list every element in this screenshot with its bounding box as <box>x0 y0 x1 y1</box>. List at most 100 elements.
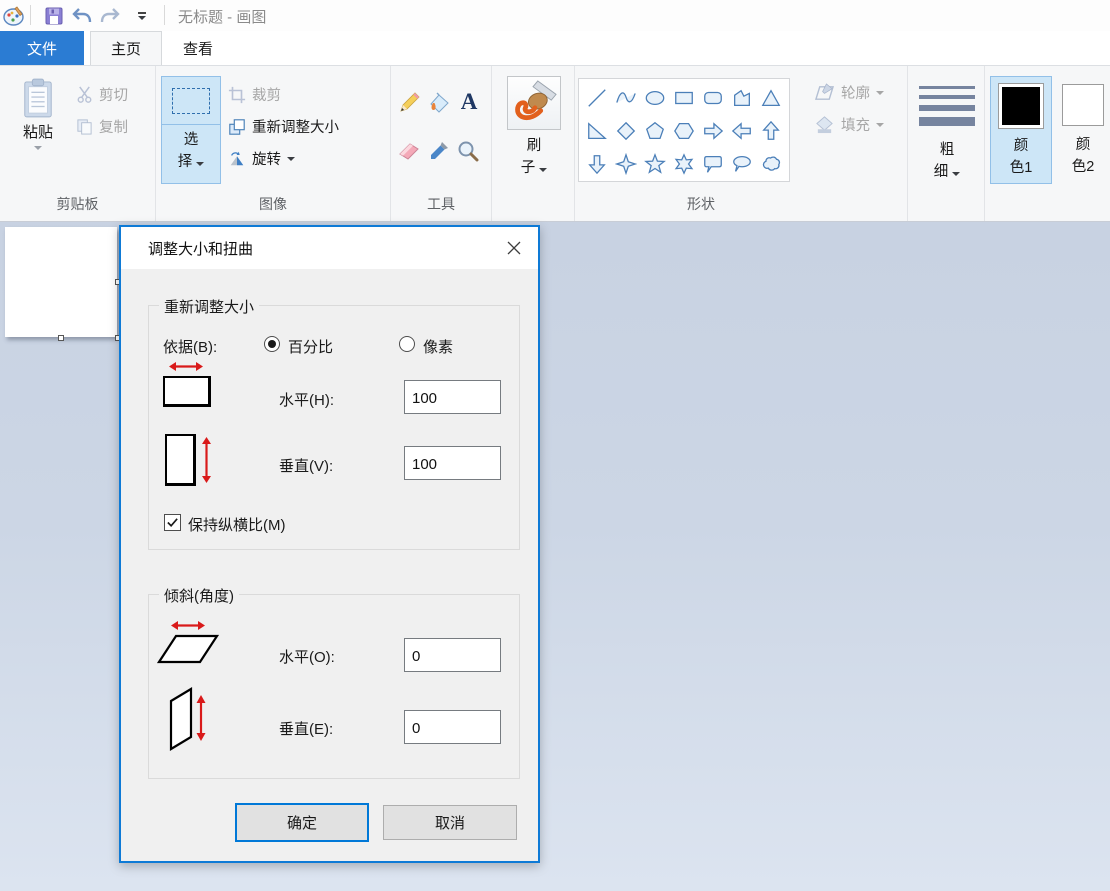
crop-button[interactable]: 裁剪 <box>228 84 281 105</box>
percent-radio-label[interactable]: 百分比 <box>288 336 333 357</box>
ok-button[interactable]: 确定 <box>235 803 369 842</box>
redo-icon <box>100 8 120 25</box>
dialog-close-button[interactable] <box>501 236 527 260</box>
maintain-aspect-checkbox[interactable] <box>164 514 181 531</box>
pixels-radio[interactable] <box>399 336 415 352</box>
shape-curve-icon[interactable] <box>611 81 640 114</box>
shape-star-5-icon[interactable] <box>640 147 669 180</box>
fill-button[interactable]: 填充 <box>814 114 884 135</box>
pixels-radio-label[interactable]: 像素 <box>423 336 453 357</box>
shape-polygon-icon[interactable] <box>727 81 756 114</box>
shape-arrow-up-icon[interactable] <box>756 114 785 147</box>
app-logo-icon[interactable] <box>2 4 26 28</box>
save-icon <box>45 7 63 25</box>
color2-label-line2: 色2 <box>1072 156 1095 178</box>
window-title: 无标题 - 画图 <box>178 6 266 27</box>
resize-button[interactable]: 重新调整大小 <box>228 116 339 137</box>
group-colors: 颜 色1 颜 色2 <box>985 66 1110 221</box>
paste-button[interactable]: 粘贴 <box>14 71 62 173</box>
copy-button[interactable]: 复制 <box>76 116 128 137</box>
color1-label-line1: 颜 <box>1010 135 1033 157</box>
shape-arrow-right-icon[interactable] <box>698 114 727 147</box>
fill-icon <box>814 115 835 134</box>
shape-rectangle-icon[interactable] <box>669 81 698 114</box>
shape-line-icon[interactable] <box>582 81 611 114</box>
qat-dropdown-icon <box>138 12 146 20</box>
resize-label: 重新调整大小 <box>252 116 339 137</box>
shape-pentagon-icon[interactable] <box>640 114 669 147</box>
crop-icon <box>228 86 246 104</box>
save-button[interactable] <box>42 4 66 28</box>
shape-hexagon-icon[interactable] <box>669 114 698 147</box>
crop-label: 裁剪 <box>252 84 281 105</box>
outline-label: 轮廓 <box>841 82 870 103</box>
brushes-button[interactable]: 刷 子 <box>505 76 563 188</box>
shape-star-4-icon[interactable] <box>611 147 640 180</box>
shape-star-6-icon[interactable] <box>669 147 698 180</box>
radio-selected-dot <box>268 340 276 348</box>
shape-triangle-icon[interactable] <box>756 81 785 114</box>
color1-button[interactable]: 颜 色1 <box>990 76 1052 184</box>
dialog-titlebar[interactable]: 调整大小和扭曲 <box>121 227 538 269</box>
tab-view[interactable]: 查看 <box>168 31 228 65</box>
vertical-skew-parallelogram-icon <box>167 687 211 753</box>
horizontal-skew-input[interactable] <box>404 638 501 672</box>
close-icon <box>507 241 521 255</box>
shape-diamond-icon[interactable] <box>611 114 640 147</box>
brushes-label-line2: 子 <box>521 160 536 176</box>
pencil-tool-button[interactable] <box>398 92 422 116</box>
tab-file[interactable]: 文件 <box>0 31 84 65</box>
magnifier-tool-button[interactable] <box>457 140 481 164</box>
select-label-line2: 择 <box>178 154 193 170</box>
paint-palette-icon <box>3 5 25 27</box>
size-label-line1: 粗 <box>934 139 961 161</box>
shape-callout-cloud-icon[interactable] <box>756 147 785 180</box>
vertical-skew-input[interactable] <box>404 710 501 744</box>
tab-home[interactable]: 主页 <box>90 31 162 65</box>
cancel-button[interactable]: 取消 <box>383 805 517 840</box>
group-image: 选 择 裁剪 重新调整大小 <box>156 66 391 221</box>
size-button[interactable]: 粗 细 <box>916 76 978 188</box>
resize-group-label: 重新调整大小 <box>159 296 259 317</box>
redo-button[interactable] <box>98 4 122 28</box>
text-tool-button[interactable]: A <box>457 90 481 114</box>
cut-label: 剪切 <box>99 84 128 105</box>
shape-right-triangle-icon[interactable] <box>582 114 611 147</box>
rotate-dropdown-icon <box>287 157 295 161</box>
vertical-resize-input[interactable] <box>404 446 501 480</box>
color2-label-line1: 颜 <box>1072 134 1095 156</box>
rotate-button[interactable]: 旋转 <box>228 148 295 169</box>
shape-arrow-left-icon[interactable] <box>727 114 756 147</box>
brushes-dropdown-icon <box>539 168 547 172</box>
drawing-canvas[interactable] <box>5 227 117 337</box>
horizontal-skew-parallelogram-icon <box>157 634 219 664</box>
by-label: 依据(B): <box>163 336 217 357</box>
outline-button[interactable]: 轮廓 <box>814 82 884 103</box>
fill-dropdown-icon <box>876 123 884 127</box>
qat-dropdown-button[interactable] <box>130 4 154 28</box>
horizontal-resize-input[interactable] <box>404 380 501 414</box>
skew-group-label: 倾斜(角度) <box>159 585 239 606</box>
percent-radio[interactable] <box>264 336 280 352</box>
select-button[interactable]: 选 择 <box>161 76 221 184</box>
shape-callout-oval-icon[interactable] <box>727 147 756 180</box>
vertical-resize-label: 垂直(V): <box>279 455 333 476</box>
eraser-tool-button[interactable] <box>398 140 422 164</box>
shape-callout-rectangle-icon[interactable] <box>698 147 727 180</box>
horizontal-resize-rect-icon <box>163 376 211 407</box>
shape-arrow-down-icon[interactable] <box>582 147 611 180</box>
fill-tool-button[interactable] <box>428 92 452 116</box>
brush-icon-frame <box>507 76 561 130</box>
group-label-shapes: 形状 <box>575 194 827 214</box>
maintain-aspect-label[interactable]: 保持纵横比(M) <box>188 514 286 535</box>
horizontal-skew-arrow-icon <box>171 619 205 632</box>
undo-button[interactable] <box>70 4 94 28</box>
horizontal-skew-label: 水平(O): <box>279 646 335 667</box>
shape-rounded-rectangle-icon[interactable] <box>698 81 727 114</box>
color-picker-tool-button[interactable] <box>428 140 452 164</box>
cut-button[interactable]: 剪切 <box>76 84 128 105</box>
color2-button[interactable]: 颜 色2 <box>1056 76 1110 184</box>
shape-ellipse-icon[interactable] <box>640 81 669 114</box>
group-brushes: 刷 子 <box>492 66 575 221</box>
canvas-resize-handle-bottom[interactable] <box>58 335 64 341</box>
